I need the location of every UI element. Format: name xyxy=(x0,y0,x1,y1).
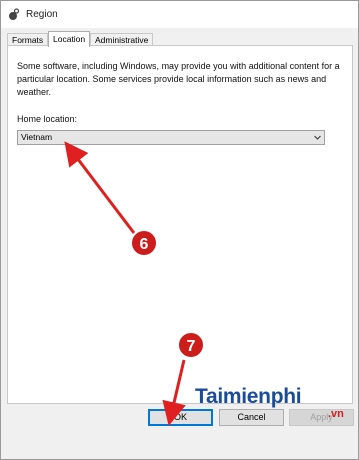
watermark-domain-text: .vn xyxy=(328,408,344,420)
window-title: Region xyxy=(26,9,58,20)
title-bar: Region xyxy=(1,1,358,28)
region-globe-icon xyxy=(9,8,20,20)
location-panel: Some software, including Windows, may pr… xyxy=(7,45,353,404)
chevron-down-icon[interactable] xyxy=(313,133,322,142)
home-location-value: Vietnam xyxy=(21,132,53,142)
location-description: Some software, including Windows, may pr… xyxy=(17,61,340,97)
watermark-main-text: Taimienphi xyxy=(195,385,302,408)
watermark-logo: Taimienphi .vn xyxy=(195,385,359,427)
home-location-dropdown[interactable]: Vietnam xyxy=(17,130,325,145)
tab-location[interactable]: Location xyxy=(48,31,91,47)
home-location-label: Home location: xyxy=(17,114,78,124)
